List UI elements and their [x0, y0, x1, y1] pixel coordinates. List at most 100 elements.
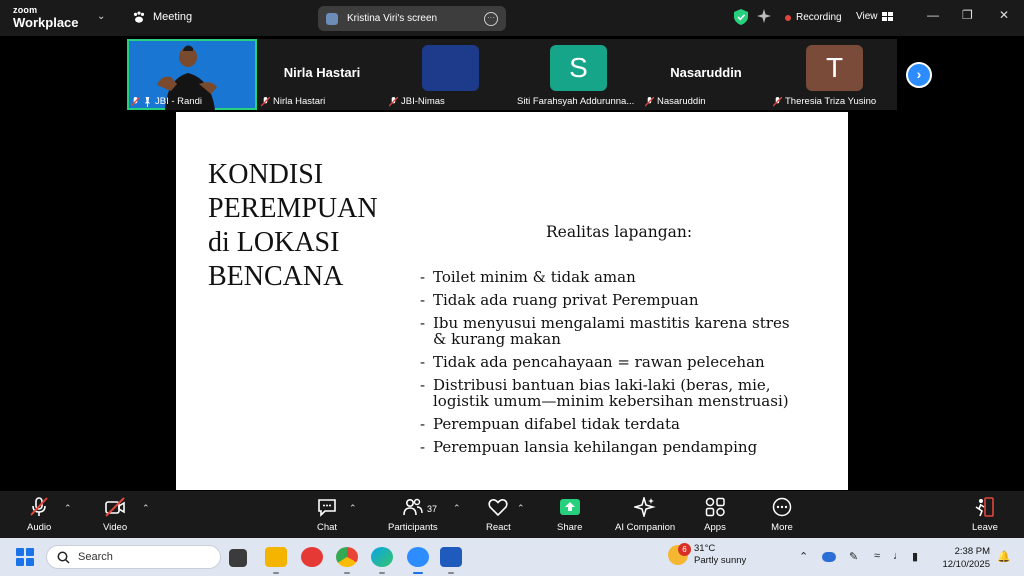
chevron-down-icon[interactable]: ⌄	[97, 11, 105, 22]
zoom-app-icon[interactable]	[407, 547, 429, 567]
pin-icon	[144, 96, 151, 107]
participant-tile[interactable]: JBI - Randi	[127, 39, 257, 110]
audio-options-caret[interactable]: ⌃	[64, 503, 72, 514]
volume-icon[interactable]: ♩	[893, 550, 904, 562]
clock-time: 2:38 PM	[954, 546, 990, 557]
screen-share-indicator[interactable]: Kristina Viri's screen ···	[318, 6, 506, 31]
audio-button[interactable]: Audio	[27, 497, 51, 533]
mic-muted-icon	[261, 96, 270, 107]
meeting-label: Meeting	[153, 11, 193, 23]
chrome-icon[interactable]	[336, 547, 358, 567]
participants-button[interactable]: Participants	[388, 497, 438, 533]
logo-zoom-text: zoom	[13, 5, 38, 15]
leave-button[interactable]: Leave	[972, 497, 998, 533]
show-hidden-icons-chevron[interactable]: ⌃	[799, 550, 808, 563]
notifications-bell-icon[interactable]: 🔔	[997, 550, 1011, 563]
participant-name: Siti Farahsyah Addurunna...	[517, 96, 635, 107]
mic-muted-icon	[773, 96, 782, 107]
share-button[interactable]: Share	[557, 497, 582, 533]
slide-title: KONDISI PEREMPUAN di LOKASI BENCANA	[208, 159, 378, 292]
bullet-item: Distribusi bantuan bias laki-laki (beras…	[420, 377, 800, 409]
mic-muted-icon	[645, 96, 654, 107]
bullet-item: Perempuan lansia kehilangan pendamping	[420, 439, 800, 455]
temperature: 31°C	[694, 543, 716, 554]
clock[interactable]: 2:38 PM 12/10/2025	[936, 545, 990, 571]
chat-options-caret[interactable]: ⌃	[349, 503, 357, 514]
participant-display-name: Nasaruddin	[670, 65, 742, 80]
paw-icon	[133, 11, 145, 23]
slide-subtitle: Realitas lapangan:	[546, 223, 693, 241]
clock-date: 12/10/2025	[942, 559, 990, 570]
react-options-caret[interactable]: ⌃	[517, 503, 525, 514]
search-placeholder: Search	[78, 551, 113, 563]
vivaldi-browser-icon[interactable]	[301, 547, 323, 567]
slide-bullet-list: Toilet minim & tidak aman Tidak ada ruan…	[420, 269, 800, 462]
participants-options-caret[interactable]: ⌃	[453, 503, 461, 514]
wifi-icon[interactable]: ≈	[874, 550, 880, 562]
word-icon[interactable]	[440, 547, 462, 567]
participant-tile[interactable]: Nasaruddin Nasaruddin	[641, 39, 771, 110]
weather-text: 31°C Partly sunny	[694, 543, 746, 567]
onedrive-cloud-icon[interactable]	[822, 552, 836, 562]
close-icon[interactable]: ✕	[999, 8, 1009, 22]
sharer-avatar-icon	[326, 12, 338, 25]
meeting-info-button[interactable]: Meeting	[132, 10, 192, 24]
view-label: View	[856, 11, 878, 22]
heart-icon	[488, 499, 509, 517]
taskbar-search[interactable]: Search	[46, 545, 221, 569]
participant-tile[interactable]: Nirla Hastari Nirla Hastari	[257, 39, 387, 110]
mic-muted-icon	[131, 96, 140, 107]
ai-sparkle-icon[interactable]	[757, 9, 771, 23]
more-dots-icon	[772, 497, 792, 517]
next-participants-button[interactable]: ›	[906, 62, 932, 88]
running-indicator	[448, 572, 454, 574]
weather-widget[interactable]: 6 31°C Partly sunny	[668, 543, 746, 567]
pen-input-icon[interactable]: ✎	[849, 550, 858, 563]
minimize-icon[interactable]: —	[927, 8, 939, 22]
restore-icon[interactable]: ❐	[962, 8, 973, 22]
encryption-shield-icon[interactable]	[734, 9, 748, 25]
zoom-title-bar: zoom Workplace ⌄ Meeting Kristina Viri's…	[0, 0, 1024, 36]
participant-avatar: S	[550, 45, 607, 91]
recording-label: Recording	[796, 12, 842, 23]
ai-sparkle-icon	[634, 497, 656, 517]
participant-tile[interactable]: JBI-Nimas	[385, 39, 515, 110]
bullet-item: Toilet minim & tidak aman	[420, 269, 800, 285]
video-button[interactable]: Video	[103, 497, 127, 533]
recording-indicator[interactable]: Recording	[785, 12, 842, 23]
record-dot-icon	[785, 14, 791, 21]
video-options-caret[interactable]: ⌃	[142, 503, 150, 514]
video-off-icon	[105, 497, 125, 517]
ai-companion-button[interactable]: AI Companion	[615, 497, 675, 533]
more-button[interactable]: More	[771, 497, 793, 533]
participant-tile[interactable]: T Theresia Triza Yusino	[769, 39, 899, 110]
react-button[interactable]: React	[486, 497, 511, 533]
participant-display-name: Nirla Hastari	[283, 65, 361, 80]
participant-name: Nasaruddin	[645, 96, 706, 107]
participant-avatar: T	[806, 45, 863, 91]
file-explorer-icon[interactable]	[265, 547, 287, 567]
grid-view-icon	[881, 12, 893, 21]
apps-icon	[705, 497, 725, 517]
zoom-workplace-logo[interactable]: zoom Workplace	[13, 5, 79, 30]
more-options-icon[interactable]: ···	[484, 11, 498, 26]
participant-video-off	[422, 45, 479, 91]
running-indicator	[273, 572, 279, 574]
meeting-controls: Audio ⌃ Video ⌃ Chat ⌃ Participants 37 ⌃	[0, 491, 1024, 538]
apps-button[interactable]: Apps	[704, 497, 726, 533]
view-button[interactable]: View	[856, 11, 893, 22]
edge-icon[interactable]	[371, 547, 393, 567]
participant-name: Nirla Hastari	[261, 96, 325, 107]
chevron-right-icon: ›	[916, 66, 922, 82]
windows-start-icon[interactable]	[16, 548, 34, 566]
battery-icon[interactable]: ▮	[912, 550, 918, 563]
share-screen-icon	[559, 499, 580, 515]
mic-muted-icon	[30, 497, 48, 516]
participant-name: Theresia Triza Yusino	[773, 96, 876, 107]
participant-tile[interactable]: S Siti Farahsyah Addurunna...	[513, 39, 643, 110]
search-icon	[57, 551, 70, 564]
chat-button[interactable]: Chat	[316, 497, 338, 533]
participant-strip: JBI - Randi Nirla Hastari Nirla Hastari …	[127, 39, 897, 110]
task-view-icon[interactable]	[229, 549, 247, 567]
running-indicator	[344, 572, 350, 574]
